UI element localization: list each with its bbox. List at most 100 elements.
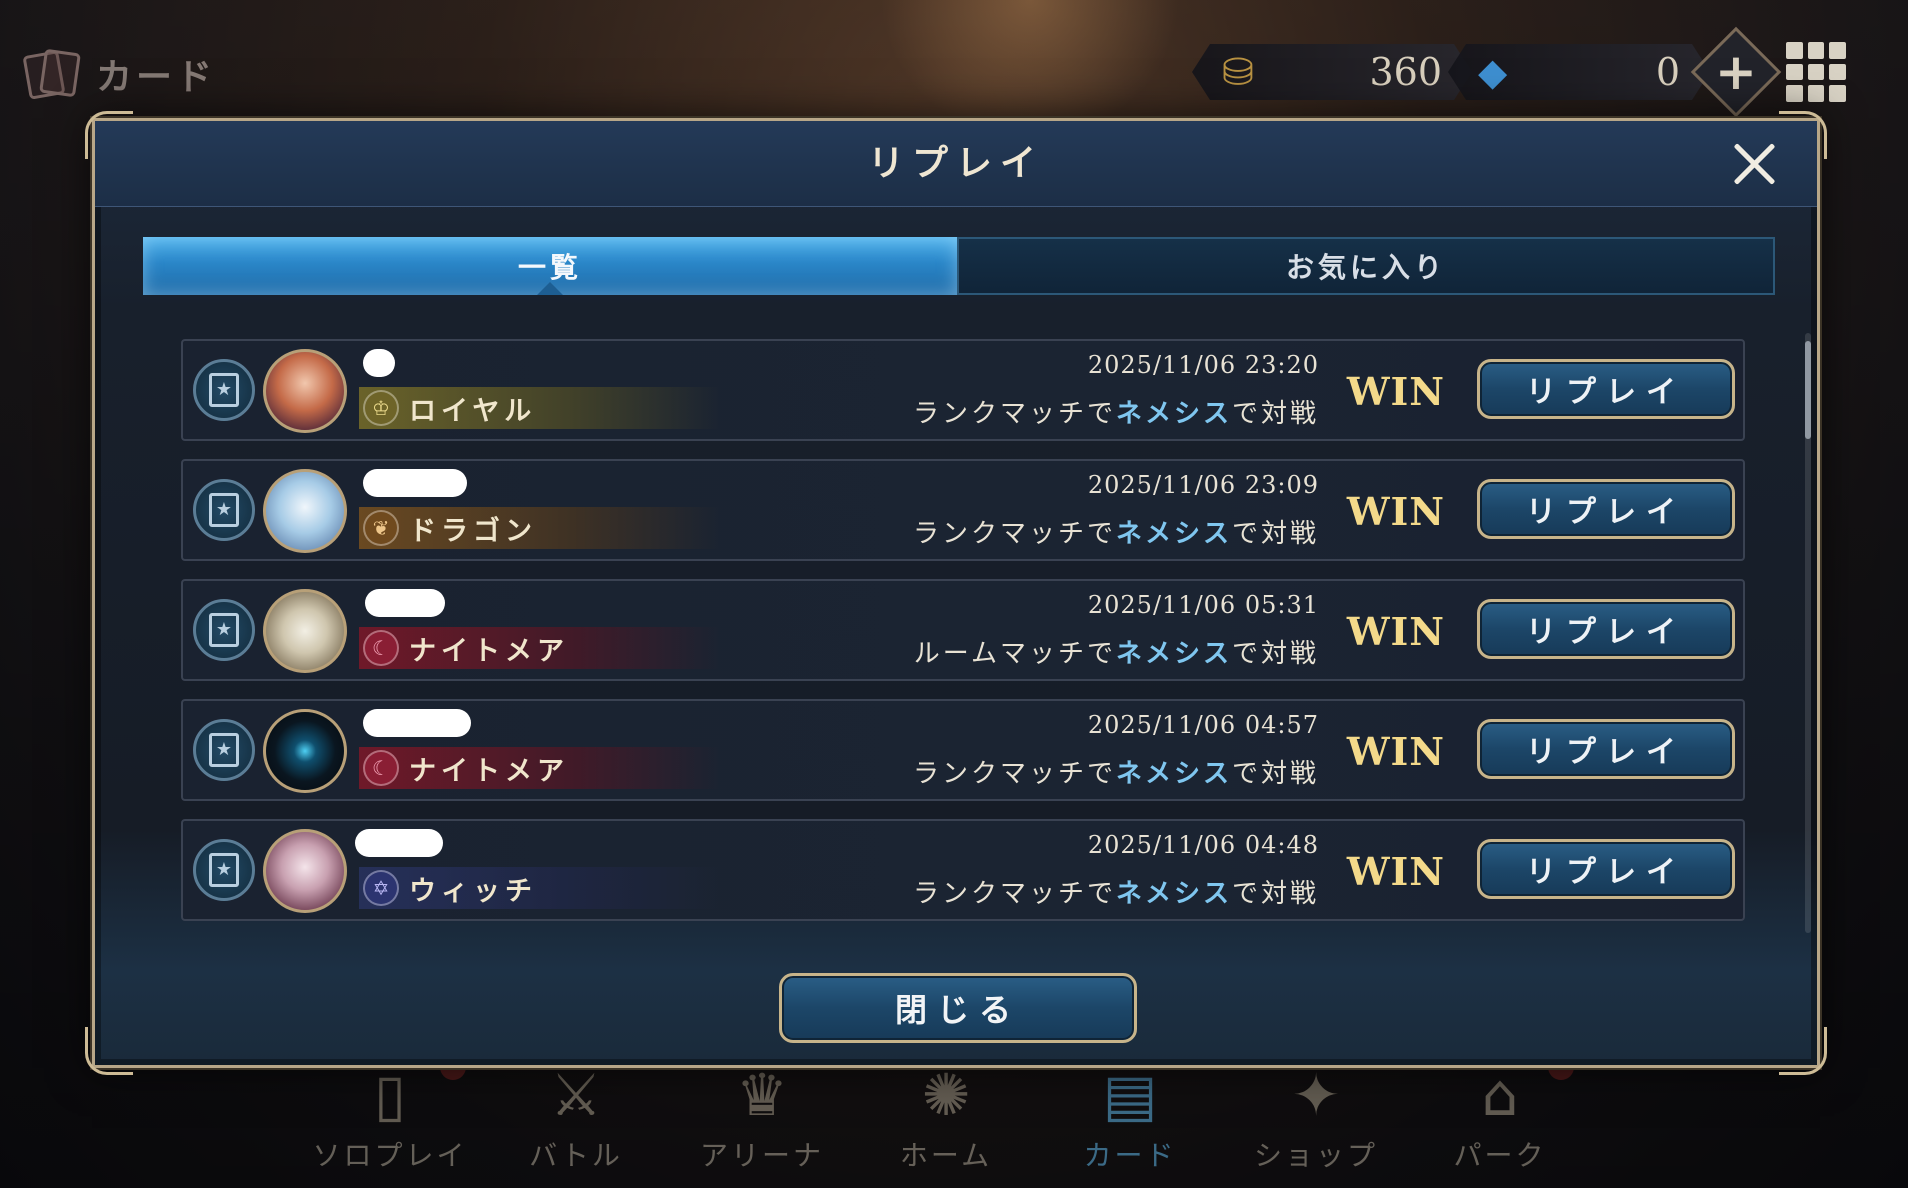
- screen-title-label: カード: [96, 57, 217, 98]
- tab-pointer: [533, 282, 567, 295]
- trophy-icon: ♛: [736, 1061, 788, 1129]
- nav-home[interactable]: ✺ ホーム: [856, 1060, 1036, 1174]
- redacted-player-name: [363, 709, 471, 737]
- star-bookmark-icon: ★: [209, 853, 239, 887]
- replay-button[interactable]: リプレイ: [1477, 479, 1735, 539]
- nav-label: カード: [1083, 1139, 1177, 1172]
- star-bookmark-icon: ★: [209, 613, 239, 647]
- match-suffix: で対戦: [1231, 519, 1319, 549]
- redacted-player-name: [363, 469, 467, 497]
- result-label: WIN: [1346, 849, 1445, 894]
- replay-button[interactable]: リプレイ: [1477, 599, 1735, 659]
- cards-icon: [22, 48, 82, 100]
- close-icon[interactable]: [1731, 141, 1777, 187]
- timestamp: 2025/11/06 05:31: [1087, 591, 1319, 619]
- match-info: ランクマッチでネメシスで対戦: [913, 753, 1319, 790]
- nav-shop[interactable]: ✦ ショップ: [1226, 1060, 1406, 1174]
- tab-favorites[interactable]: お気に入り: [957, 237, 1775, 295]
- match-info: ルームマッチでネメシスで対戦: [914, 633, 1319, 670]
- star-bookmark-icon: ★: [209, 733, 239, 767]
- match-type: ランクマッチで: [912, 519, 1116, 549]
- crown-icon: ♔: [363, 390, 399, 426]
- menu-grid-icon[interactable]: [1786, 42, 1846, 102]
- timestamp: 2025/11/06 23:09: [1087, 471, 1319, 499]
- nav-park[interactable]: ⌂ パーク: [1410, 1054, 1590, 1174]
- crystal-amount: 0: [1655, 50, 1680, 94]
- match-type: ランクマッチで: [912, 879, 1116, 909]
- tab-list[interactable]: 一覧: [143, 237, 957, 295]
- tab-label: 一覧: [517, 251, 582, 284]
- favorite-button[interactable]: ★: [193, 479, 255, 541]
- result-label: WIN: [1346, 489, 1445, 534]
- match-info: ランクマッチでネメシスで対戦: [913, 393, 1319, 430]
- list-item: ★ ❦ ドラゴン 2025/11/06 23:09 ランクマッチでネメシスで対戦…: [181, 459, 1745, 561]
- add-currency-button[interactable]: +: [1704, 40, 1768, 104]
- match-type: ランクマッチで: [912, 759, 1116, 789]
- result-label: WIN: [1346, 729, 1445, 774]
- replay-button[interactable]: リプレイ: [1477, 359, 1735, 419]
- class-name: ウィッチ: [409, 875, 537, 907]
- nav-label: バトル: [529, 1139, 623, 1172]
- list-item: ★ ☾ ナイトメア 2025/11/06 04:57 ランクマッチでネメシスで対…: [181, 699, 1745, 801]
- nav-arena[interactable]: ♛ アリーナ: [672, 1060, 852, 1174]
- match-format: ネメシス: [1115, 759, 1232, 789]
- class-badge: ♔ ロイヤル: [359, 387, 719, 429]
- list-item: ★ ♔ ロイヤル 2025/11/06 23:20 ランクマッチでネメシスで対戦…: [181, 339, 1745, 441]
- dragon-icon: ❦: [363, 510, 399, 546]
- match-format: ネメシス: [1115, 879, 1232, 909]
- favorite-button[interactable]: ★: [193, 359, 255, 421]
- class-badge: ☾ ナイトメア: [359, 747, 719, 789]
- list-item: ★ ✡ ウィッチ 2025/11/06 04:48 ランクマッチでネメシスで対戦…: [181, 819, 1745, 921]
- crossed-swords-icon: ⚔: [550, 1061, 602, 1129]
- star-bookmark-icon: ★: [209, 493, 239, 527]
- home-emblem-icon: ✺: [921, 1061, 971, 1129]
- nav-cards[interactable]: ▤ カード: [1040, 1060, 1220, 1174]
- scroll-thumb[interactable]: [1805, 341, 1811, 439]
- frame-corner: [85, 1027, 133, 1075]
- match-format: ネメシス: [1115, 639, 1232, 669]
- nav-solo-play[interactable]: ▯ ソロプレイ: [300, 1054, 480, 1174]
- nav-battle[interactable]: ⚔ バトル: [486, 1060, 666, 1174]
- class-name: ナイトメア: [409, 635, 569, 667]
- nav-label: ホーム: [899, 1139, 993, 1172]
- frame-corner: [1779, 1027, 1827, 1075]
- match-info: ランクマッチでネメシスで対戦: [913, 873, 1319, 910]
- shop-icon: ✦: [1291, 1061, 1341, 1129]
- match-type: ランクマッチで: [912, 399, 1116, 429]
- gold-counter: ⛁ 360: [1192, 44, 1472, 100]
- replay-modal: リプレイ 一覧 お気に入り ★ ♔ ロイヤル 2025/11/06 23:20 …: [85, 111, 1827, 1075]
- gold-amount: 360: [1369, 50, 1442, 94]
- nav-label: アリーナ: [699, 1139, 824, 1172]
- class-badge: ✡ ウィッチ: [359, 867, 719, 909]
- redacted-player-name: [365, 589, 445, 617]
- redacted-player-name: [363, 349, 395, 377]
- avatar: [263, 589, 347, 673]
- favorite-button[interactable]: ★: [193, 599, 255, 661]
- class-badge: ❦ ドラゴン: [359, 507, 719, 549]
- match-format: ネメシス: [1115, 399, 1232, 429]
- nav-label: パーク: [1453, 1139, 1547, 1172]
- tab-bar: 一覧 お気に入り: [143, 237, 1775, 295]
- result-label: WIN: [1346, 369, 1445, 414]
- favorite-button[interactable]: ★: [193, 839, 255, 901]
- bottom-nav: ▯ ソロプレイ ⚔ バトル ♛ アリーナ ✺ ホーム ▤ カード ✦ ショップ …: [300, 1054, 1600, 1180]
- favorite-button[interactable]: ★: [193, 719, 255, 781]
- avatar: [263, 829, 347, 913]
- replay-button[interactable]: リプレイ: [1477, 839, 1735, 899]
- match-type: ルームマッチで: [913, 639, 1116, 669]
- match-format: ネメシス: [1115, 519, 1232, 549]
- replay-button[interactable]: リプレイ: [1477, 719, 1735, 779]
- match-suffix: で対戦: [1231, 399, 1319, 429]
- match-suffix: で対戦: [1231, 879, 1319, 909]
- cards-icon: ▤: [1102, 1061, 1158, 1129]
- match-suffix: で対戦: [1231, 759, 1319, 789]
- scrollbar[interactable]: [1805, 333, 1811, 933]
- class-badge: ☾ ナイトメア: [359, 627, 719, 669]
- nav-label: ショップ: [1253, 1139, 1378, 1172]
- close-button[interactable]: 閉じる: [779, 973, 1137, 1043]
- replay-list: ★ ♔ ロイヤル 2025/11/06 23:20 ランクマッチでネメシスで対戦…: [181, 339, 1745, 939]
- match-suffix: で対戦: [1231, 639, 1319, 669]
- timestamp: 2025/11/06 04:57: [1087, 711, 1319, 739]
- avatar: [263, 709, 347, 793]
- class-name: ロイヤル: [409, 395, 537, 427]
